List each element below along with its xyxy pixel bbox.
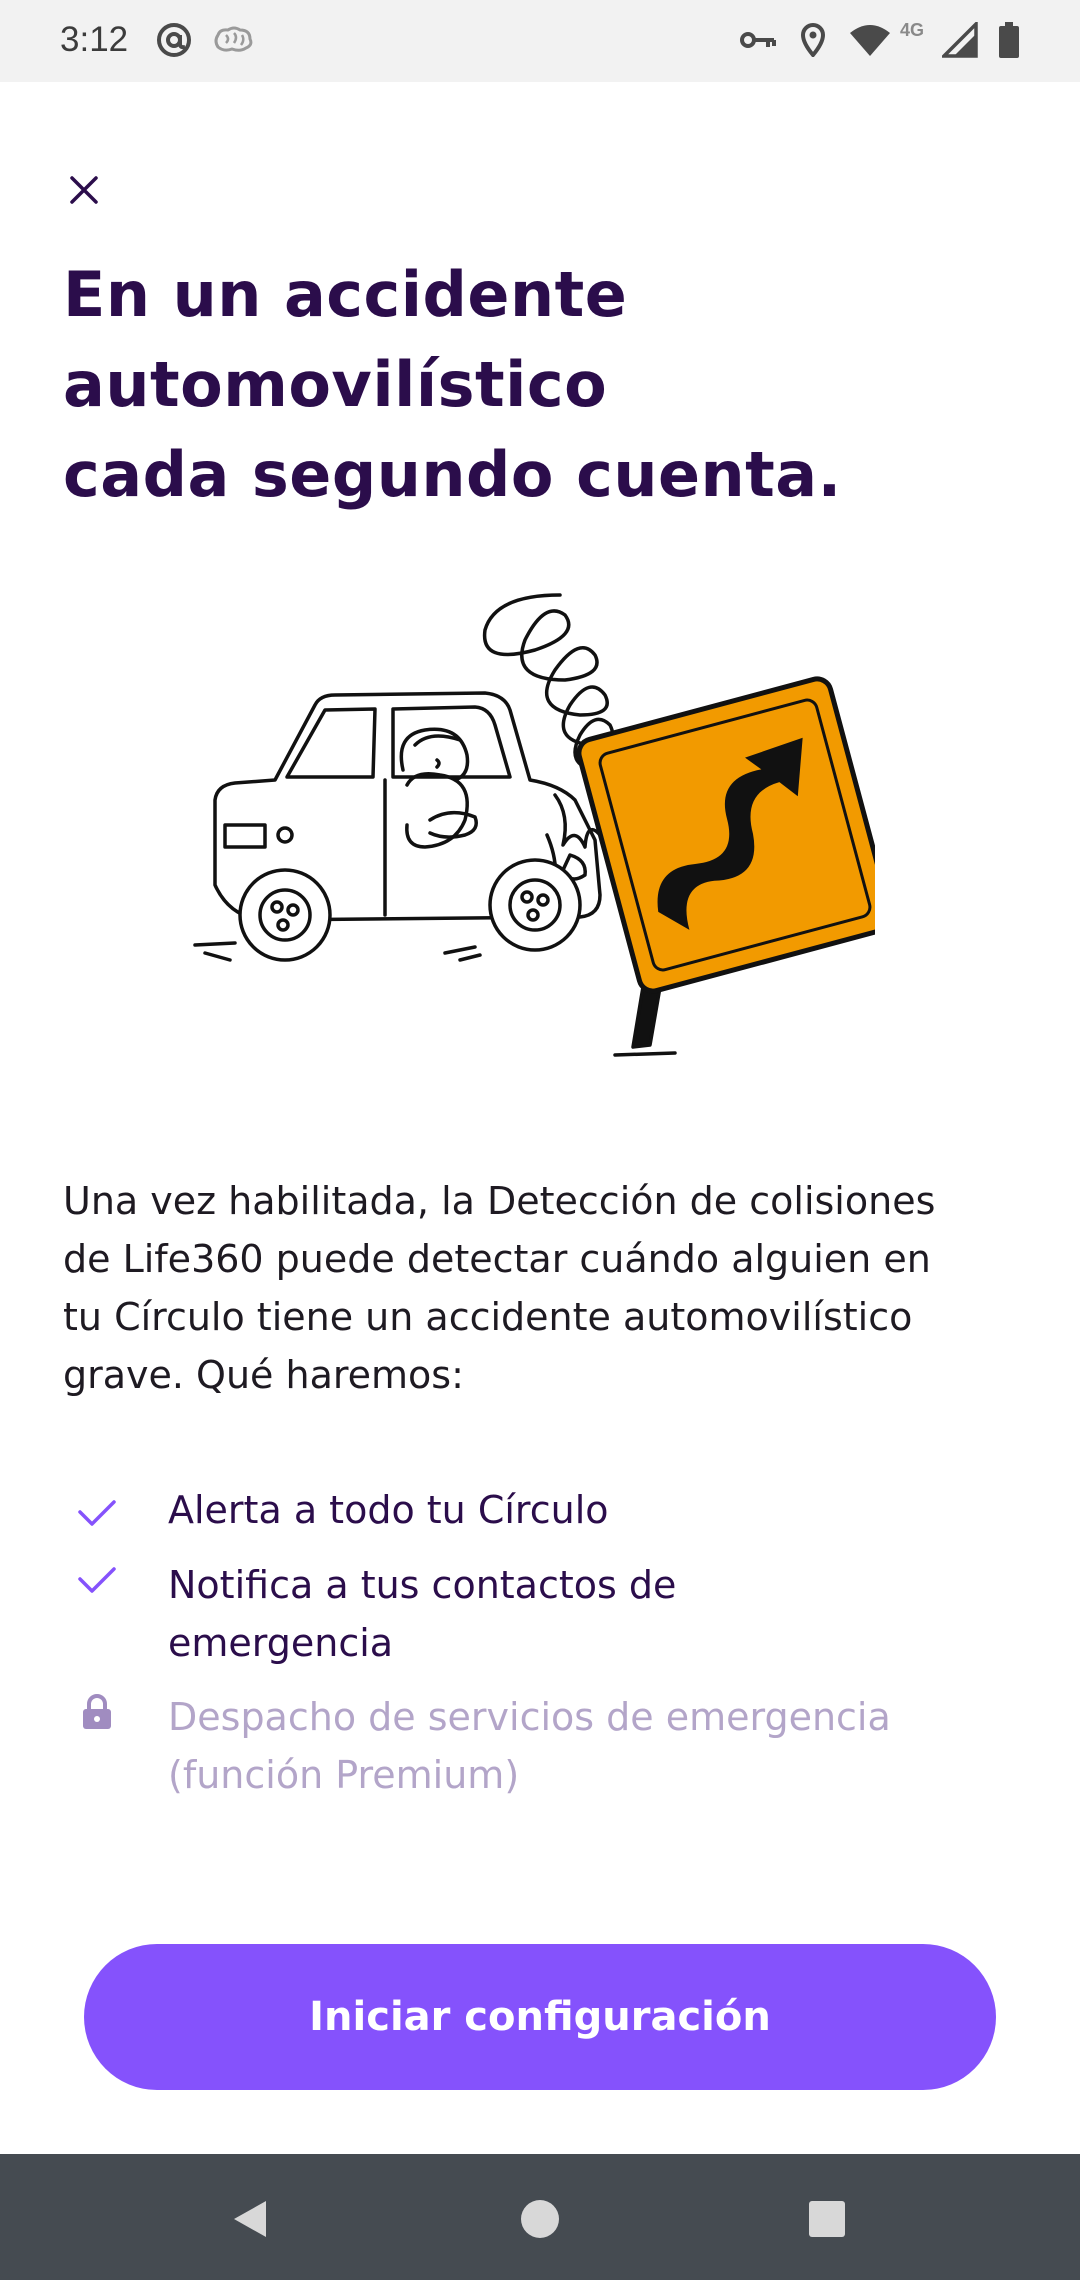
close-button[interactable] bbox=[54, 160, 114, 220]
description-line: tu Círculo tiene un accidente automovilí… bbox=[63, 1295, 913, 1339]
description-line: de Life360 puede detectar cuándo alguien… bbox=[63, 1237, 931, 1281]
signal-icon bbox=[940, 18, 980, 62]
recents-icon bbox=[809, 2201, 845, 2237]
vpn-key-icon bbox=[738, 18, 778, 62]
feature-line: emergencia bbox=[168, 1621, 394, 1665]
feature-label: Despacho de servicios de emergencia (fun… bbox=[168, 1688, 1028, 1804]
navigation-bar bbox=[0, 2154, 1080, 2280]
feature-item-alert-circle: Alerta a todo tu Círculo bbox=[63, 1481, 1023, 1543]
battery-icon bbox=[992, 18, 1026, 62]
feature-label: Alerta a todo tu Círculo bbox=[168, 1481, 1028, 1539]
network-type-label: 4G bbox=[900, 20, 925, 40]
wifi-icon bbox=[846, 18, 894, 62]
feature-item-emergency-dispatch: Despacho de servicios de emergencia (fun… bbox=[63, 1688, 1023, 1808]
status-bar: 3:12 4G bbox=[0, 0, 1080, 82]
location-icon bbox=[795, 18, 831, 62]
status-time: 3:12 bbox=[60, 20, 129, 59]
description-text: Una vez habilitada, la Detección de coli… bbox=[63, 1172, 1023, 1404]
brain-icon bbox=[210, 18, 256, 62]
car-crash-drawing bbox=[193, 593, 894, 1057]
check-icon bbox=[73, 1556, 121, 1604]
back-button[interactable] bbox=[215, 2184, 285, 2254]
feature-line: (función Premium) bbox=[168, 1753, 520, 1797]
home-button[interactable] bbox=[505, 2184, 575, 2254]
feature-line: Alerta a todo tu Círculo bbox=[168, 1488, 609, 1532]
feature-label: Notifica a tus contactos de emergencia bbox=[168, 1556, 1028, 1672]
car-crash-illustration bbox=[175, 585, 894, 1085]
feature-line: Despacho de servicios de emergencia bbox=[168, 1695, 891, 1739]
title-line: automovilístico bbox=[63, 348, 608, 421]
title-line: En un accidente bbox=[63, 258, 628, 331]
back-icon bbox=[234, 2201, 266, 2237]
description-line: grave. Qué haremos: bbox=[63, 1353, 464, 1397]
close-icon bbox=[70, 176, 98, 204]
recents-button[interactable] bbox=[792, 2184, 862, 2254]
lock-icon bbox=[73, 1688, 121, 1736]
home-icon bbox=[521, 2200, 559, 2238]
title-line: cada segundo cuenta. bbox=[63, 438, 842, 511]
check-icon bbox=[73, 1489, 121, 1537]
description-line: Una vez habilitada, la Detección de coli… bbox=[63, 1179, 936, 1223]
start-setup-button[interactable]: Iniciar configuración bbox=[84, 1944, 996, 2090]
feature-line: Notifica a tus contactos de bbox=[168, 1563, 677, 1607]
at-sign-icon bbox=[152, 18, 196, 62]
page-title: En un accidente automovilístico cada seg… bbox=[63, 250, 1023, 520]
feature-item-notify-contacts: Notifica a tus contactos de emergencia bbox=[63, 1556, 1023, 1676]
